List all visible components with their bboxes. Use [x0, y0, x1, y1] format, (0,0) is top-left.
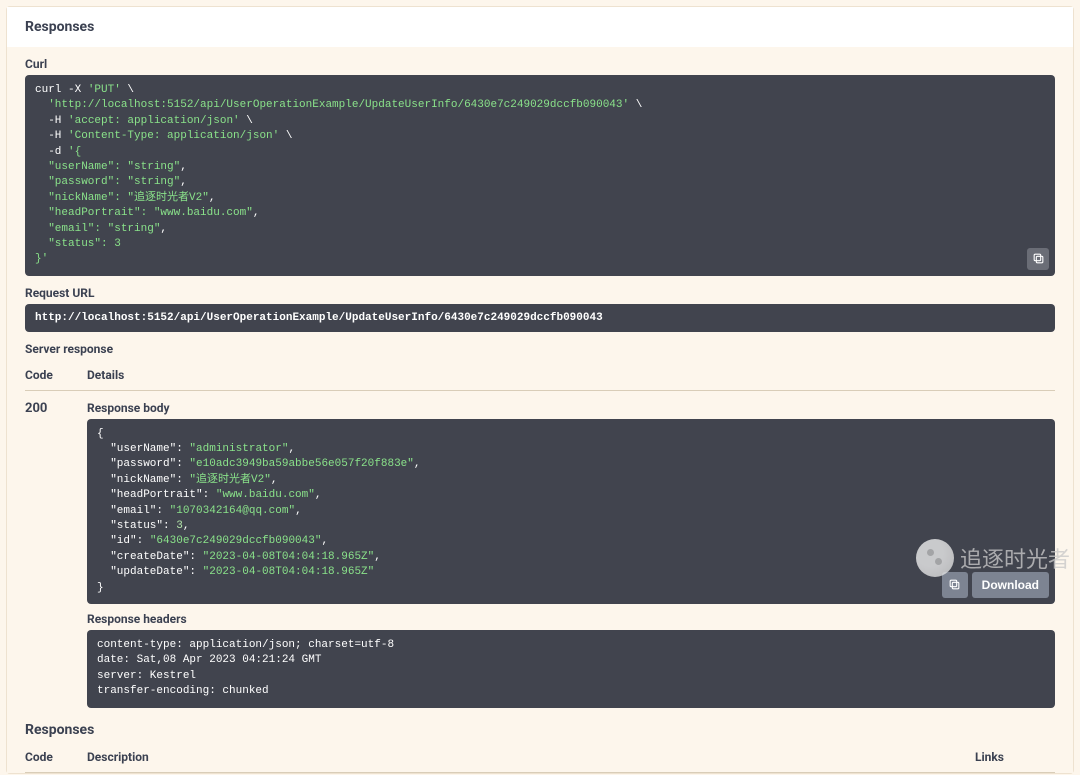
response-body-label: Response body [87, 401, 1055, 419]
respbody-id: 6430e7c249029dccfb090043 [156, 535, 314, 547]
copy-curl-button[interactable] [1027, 248, 1049, 270]
response-headers-block: content-type: application/json; charset=… [87, 630, 1055, 708]
curl-line-username: "userName": "string" [48, 161, 180, 173]
curl-line-headportrait: "headPortrait": "www.baidu.com" [48, 207, 253, 219]
curl-line-status: "status": 3 [48, 238, 121, 250]
request-url-block: http://localhost:5152/api/UserOperationE… [25, 304, 1055, 332]
respbody-email: 1070342164@qq.com [176, 505, 288, 517]
respbody-status: 3 [176, 520, 183, 532]
resp-col-code: Code [25, 750, 87, 764]
curl-body-close: }' [35, 253, 48, 265]
curl-label: Curl [25, 47, 1055, 75]
respbody-headportrait: www.baidu.com [222, 489, 308, 501]
responses-card: Responses Curl curl -X 'PUT' \ 'http://l… [6, 6, 1074, 774]
respbody-nickname: 追逐时光者V2 [196, 474, 264, 486]
response-body-block: { "userName": "administrator", "password… [87, 419, 1055, 604]
request-url-label: Request URL [25, 276, 1055, 304]
response-row: 200 Response body { "userName": "adminis… [25, 391, 1055, 708]
resphdr-server: server: Kestrel [97, 670, 196, 682]
curl-line-password: "password": "string" [48, 176, 180, 188]
curl-line-nickname: "nickName": "追逐时光者V2" [48, 192, 209, 204]
col-details-header: Details [87, 368, 1055, 382]
curl-header-contenttype: 'Content-Type: application/json' [68, 130, 279, 142]
respbody-updatedate: 2023-04-08T04:04:18.965Z [209, 566, 367, 578]
server-response-label: Server response [25, 332, 1055, 360]
server-response-table-head: Code Details [25, 360, 1055, 391]
resp-col-links: Links [975, 750, 1055, 764]
curl-line-email: "email": "string" [48, 223, 160, 235]
resphdr-contenttype: content-type: application/json; charset=… [97, 639, 394, 651]
respbody-createdate: 2023-04-08T04:04:18.965Z [209, 551, 367, 563]
respbody-username: administrator [196, 443, 282, 455]
responses-table-head: Code Description Links [25, 742, 1055, 773]
responses-section-label: Responses [25, 708, 1055, 742]
response-headers-label: Response headers [87, 604, 1055, 630]
curl-url: 'http://localhost:5152/api/UserOperation… [48, 99, 629, 111]
curl-prefix: curl -X [35, 84, 88, 96]
col-code-header: Code [25, 368, 87, 382]
respbody-password: e10adc3949ba59abbe56e057f20f883e [196, 458, 407, 470]
copy-response-button[interactable] [942, 572, 968, 598]
status-code: 200 [25, 401, 87, 708]
download-button[interactable]: Download [972, 572, 1049, 598]
resphdr-transferencoding: transfer-encoding: chunked [97, 685, 269, 697]
curl-header-accept: 'accept: application/json' [68, 115, 240, 127]
resp-col-desc: Description [87, 750, 975, 764]
curl-body-open: '{ [68, 146, 81, 158]
responses-header: Responses [7, 7, 1073, 47]
resphdr-date: date: Sat,08 Apr 2023 04:21:24 GMT [97, 654, 321, 666]
curl-block: curl -X 'PUT' \ 'http://localhost:5152/a… [25, 75, 1055, 276]
curl-method: 'PUT' [88, 84, 121, 96]
